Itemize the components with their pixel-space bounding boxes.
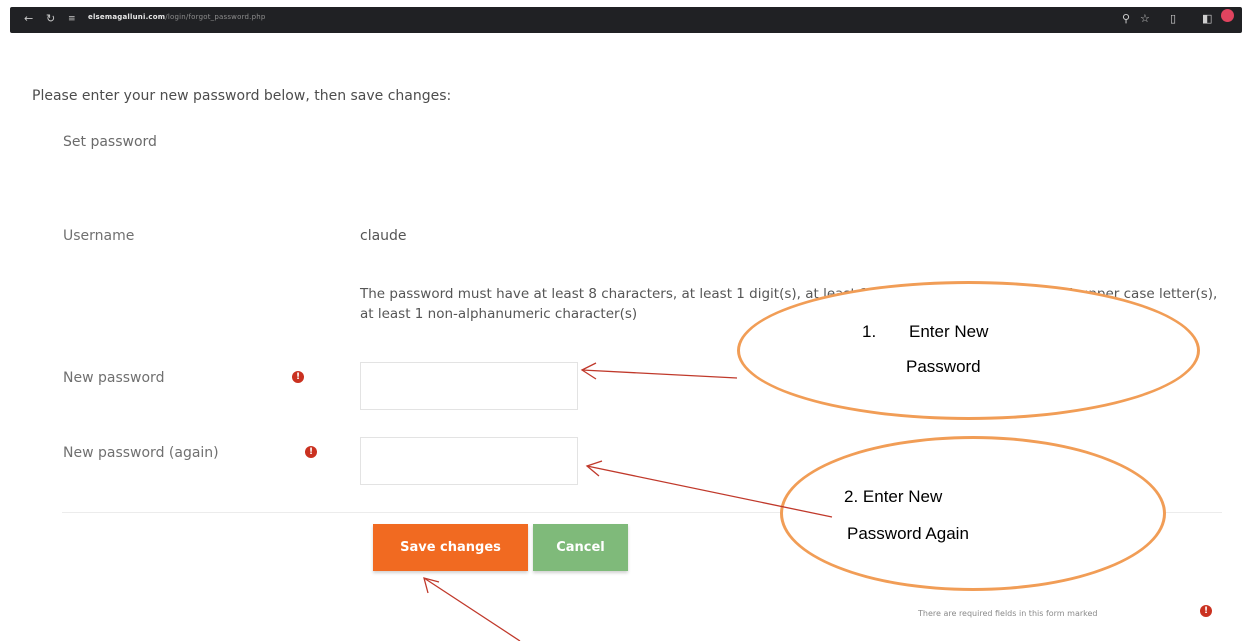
arrow-to-new-password-again xyxy=(586,465,833,518)
arrow-to-new-password xyxy=(581,369,738,379)
annotation-arrows xyxy=(423,362,833,641)
arrow-to-save-button xyxy=(423,577,521,641)
